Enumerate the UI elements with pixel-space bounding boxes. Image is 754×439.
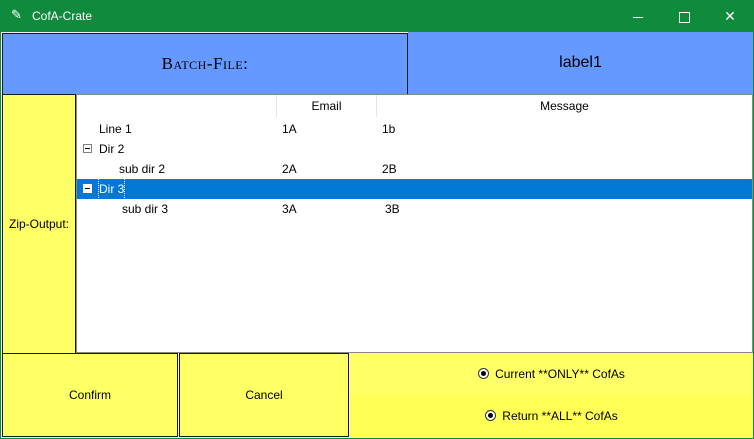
row-text: Dir 3: [97, 178, 126, 200]
row-text: Line 1: [99, 122, 132, 136]
row-message: 3B: [385, 202, 400, 216]
maximize-button[interactable]: [661, 0, 707, 32]
confirm-button[interactable]: Confirm: [2, 353, 178, 437]
collapse-icon[interactable]: [83, 184, 92, 193]
row-text: Dir 2: [99, 142, 125, 156]
window-title: CofA-Crate: [32, 9, 93, 23]
close-button[interactable]: ✕: [707, 0, 753, 32]
radio-current-only[interactable]: Current **ONLY** CofAs: [350, 353, 753, 394]
feather-icon: ✎: [11, 7, 22, 22]
tree-row[interactable]: sub dir 3 3A 3B: [77, 199, 752, 219]
radio-label: Current **ONLY** CofAs: [495, 366, 625, 381]
main-frame: Batch-File: label1 Zip-Output: Email Mes…: [1, 32, 753, 438]
tree-row[interactable]: Line 1 1A 1b: [77, 119, 752, 139]
row-email: 1A: [282, 122, 297, 136]
tree-row-selected[interactable]: Dir 3: [77, 178, 752, 200]
row-message: 2B: [382, 162, 397, 176]
zip-output-label: Zip-Output:: [2, 94, 76, 354]
tree-row[interactable]: sub dir 2 2A 2B: [77, 159, 752, 179]
radio-icon[interactable]: [478, 368, 490, 379]
tree-header: Email Message: [77, 95, 752, 117]
collapse-icon[interactable]: [83, 144, 92, 153]
cancel-button[interactable]: Cancel: [179, 353, 349, 437]
row-message: 1b: [382, 122, 396, 136]
row-text: sub dir 3: [122, 202, 169, 216]
minimize-icon: [633, 16, 643, 18]
close-icon: ✕: [724, 8, 736, 24]
radio-icon[interactable]: [485, 410, 497, 421]
tree-row[interactable]: Dir 2: [77, 139, 752, 159]
minimize-button[interactable]: [615, 0, 661, 32]
label1: label1: [408, 32, 753, 94]
title-bar[interactable]: ✎ CofA-Crate ✕: [0, 0, 754, 32]
maximize-icon: [678, 11, 690, 23]
radio-return-all[interactable]: Return **ALL** CofAs: [350, 394, 753, 437]
batch-file-label: Batch-File:: [2, 33, 408, 95]
radio-label: Return **ALL** CofAs: [502, 408, 618, 423]
tree-view[interactable]: Email Message Line 1 1A 1b Dir 2 sub dir…: [76, 94, 753, 353]
column-header-email[interactable]: Email: [277, 95, 377, 117]
row-email: 3A: [282, 202, 297, 216]
row-text: sub dir 2: [119, 162, 166, 176]
row-email: 2A: [282, 162, 297, 176]
column-header-message[interactable]: Message: [377, 95, 752, 117]
column-header-tree[interactable]: [77, 95, 277, 117]
